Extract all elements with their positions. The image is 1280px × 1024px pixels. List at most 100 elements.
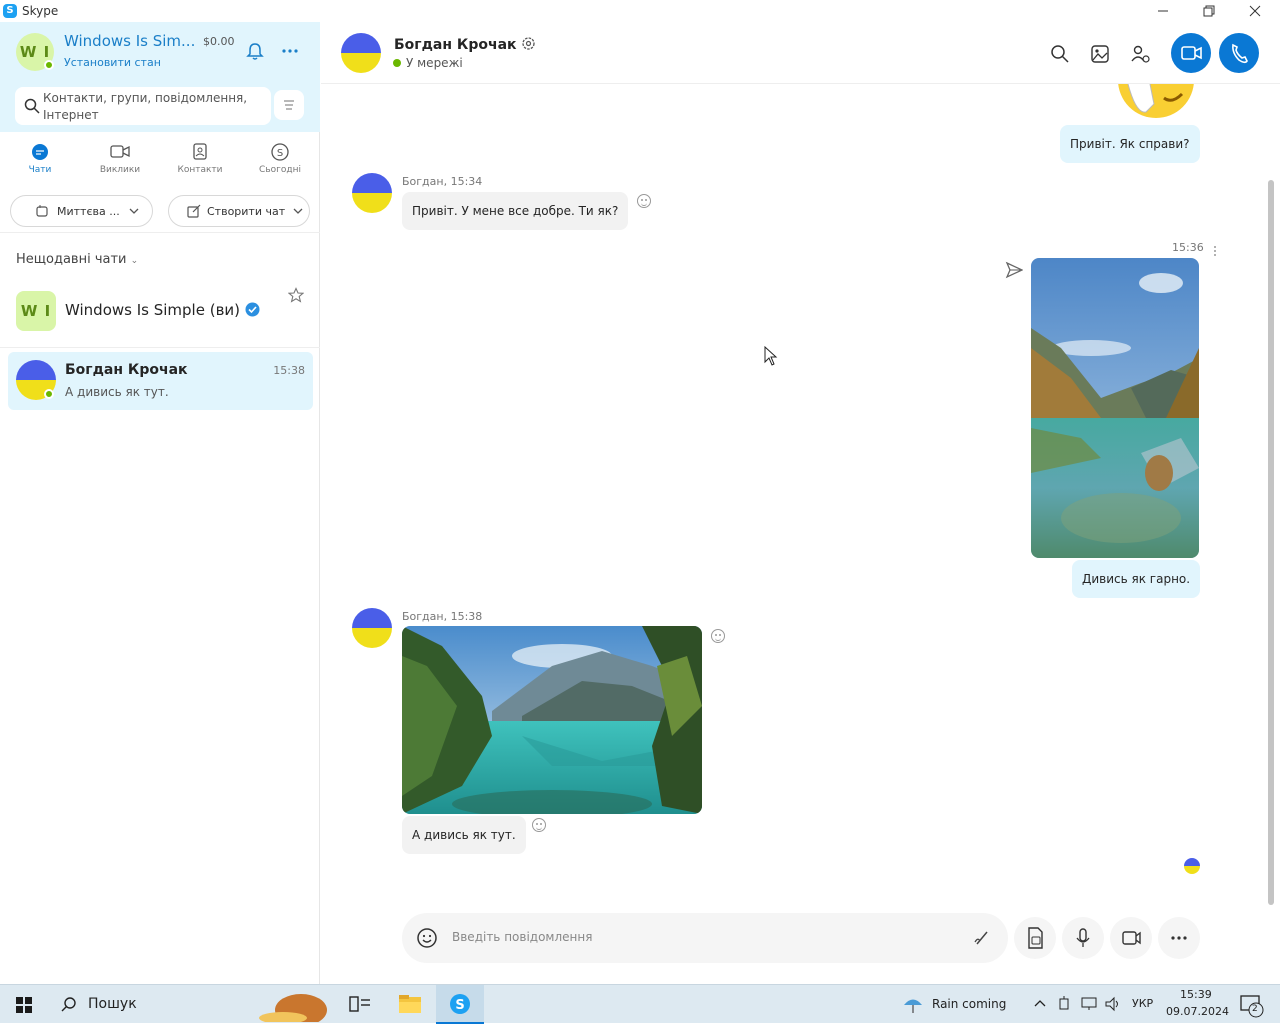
search-highlight-icon: [259, 994, 327, 1022]
forward-icon[interactable]: [1005, 261, 1023, 279]
taskbar-search[interactable]: Пошук: [48, 985, 338, 1024]
search-placeholder: Контакти, групи, повідомлення, Інтернет: [43, 91, 248, 122]
tab-chats[interactable]: Чати: [10, 142, 70, 182]
start-button[interactable]: [0, 985, 48, 1024]
notifications-bell-icon[interactable]: [245, 41, 265, 61]
gallery-icon[interactable]: [1088, 42, 1112, 66]
show-hidden-icons-icon[interactable]: [1034, 997, 1046, 1009]
minimize-button[interactable]: [1148, 2, 1178, 20]
filter-button[interactable]: [274, 90, 304, 120]
new-chat-button[interactable]: Створити чат: [168, 195, 310, 227]
contacts-icon: [193, 143, 207, 160]
divider: [0, 347, 320, 348]
outgoing-photo-lake[interactable]: [1031, 258, 1199, 558]
outgoing-photo-caption[interactable]: Дивись як гарно.: [1072, 560, 1201, 598]
message-input[interactable]: Введіть повідомлення: [402, 913, 1008, 963]
tab-calls[interactable]: Виклики: [90, 142, 150, 182]
message-meta: Богдан, 15:34: [402, 175, 483, 188]
contact-avatar[interactable]: [341, 33, 381, 73]
message-time: 15:36: [1172, 241, 1204, 254]
search-icon: [24, 98, 40, 114]
video-call-icon: [110, 145, 130, 158]
chevron-down-icon: [293, 208, 303, 214]
contact-name[interactable]: Богдан Крочак: [394, 36, 536, 53]
search-in-chat-icon[interactable]: [1048, 42, 1072, 66]
voice-message-button[interactable]: [1062, 917, 1104, 959]
chat-name: Windows Is Simple (ви): [65, 301, 260, 319]
close-window-button[interactable]: [1240, 2, 1270, 20]
chat-preview: А дивись як тут.: [65, 385, 169, 399]
emoji-sticker[interactable]: [1116, 84, 1196, 118]
video-message-button[interactable]: [1110, 917, 1152, 959]
message-meta: Богдан, 15:38: [402, 610, 483, 623]
weather-widget[interactable]: Rain coming: [900, 985, 1020, 1024]
svg-text:S: S: [455, 998, 464, 1013]
recent-chats-header[interactable]: Нещодавні чати ⌄: [16, 252, 138, 267]
message-options-icon[interactable]: [1212, 244, 1218, 258]
volume-icon[interactable]: [1104, 996, 1122, 1012]
more-options-icon[interactable]: [280, 41, 300, 61]
contact-status: У мережі: [406, 56, 463, 70]
attach-file-button[interactable]: [1014, 917, 1056, 959]
skype-taskbar-button[interactable]: S: [436, 985, 484, 1024]
online-status-dot: [393, 59, 401, 67]
incoming-photo-caption[interactable]: А дивись як тут.: [402, 816, 526, 854]
sidebar: W I Windows Is Sim... $0.00 Установити с…: [0, 22, 320, 984]
input-language[interactable]: УКР: [1132, 997, 1153, 1010]
divider: [0, 232, 320, 233]
gear-icon[interactable]: [521, 36, 536, 51]
window-title: Skype: [22, 4, 59, 18]
add-participant-icon[interactable]: [1128, 42, 1152, 66]
device-icon[interactable]: [1057, 996, 1071, 1012]
scrollbar[interactable]: [1268, 180, 1274, 905]
sender-avatar[interactable]: [352, 608, 392, 648]
notification-count: 2: [1252, 1004, 1258, 1014]
reaction-icon[interactable]: [532, 818, 546, 832]
tab-today[interactable]: S Сьогодні: [250, 142, 310, 182]
mouse-cursor-icon: [764, 346, 778, 366]
audio-call-button[interactable]: [1219, 33, 1259, 73]
skype-today-icon: S: [271, 143, 289, 161]
online-status-dot: [44, 60, 54, 70]
search-icon: [61, 997, 76, 1012]
reaction-icon[interactable]: [637, 194, 651, 208]
video-call-button[interactable]: [1171, 33, 1211, 73]
chat-time: 15:38: [273, 364, 305, 377]
conversation-header: Богдан Крочак У мережі: [321, 22, 1280, 84]
restore-button[interactable]: [1194, 2, 1224, 20]
chat-name: Богдан Крочак: [65, 362, 188, 378]
svg-text:S: S: [277, 148, 283, 159]
sidebar-header: W I Windows Is Sim... $0.00 Установити с…: [0, 22, 320, 132]
tab-contacts[interactable]: Контакти: [170, 142, 230, 182]
umbrella-icon: [904, 999, 922, 1013]
emoji-picker-icon[interactable]: [416, 927, 438, 949]
avatar: W I: [16, 291, 56, 331]
skype-logo-icon: S: [3, 4, 17, 18]
taskbar: Пошук S Rain coming УКР 15:39 09.07.2024…: [0, 984, 1280, 1024]
sender-avatar[interactable]: [352, 173, 392, 213]
read-receipt-avatar: [1184, 858, 1200, 874]
title-bar: S Skype: [0, 0, 1280, 22]
meet-now-icon: [36, 205, 48, 217]
more-actions-button[interactable]: [1158, 917, 1200, 959]
meet-now-button[interactable]: Миттєва ...: [10, 195, 153, 227]
chevron-down-icon: [129, 208, 139, 214]
incoming-message[interactable]: Привіт. У мене все добре. Ти як?: [402, 192, 629, 230]
network-icon[interactable]: [1080, 996, 1098, 1012]
set-status-link[interactable]: Установити стан: [64, 56, 161, 69]
chat-item-self[interactable]: W I Windows Is Simple (ви): [8, 282, 313, 340]
format-text-icon[interactable]: [972, 928, 992, 948]
search-input[interactable]: Контакти, групи, повідомлення, Інтернет: [15, 87, 271, 125]
task-view-button[interactable]: [338, 985, 382, 1024]
incoming-photo-lake[interactable]: [402, 626, 702, 814]
profile-name[interactable]: Windows Is Sim...: [64, 32, 194, 50]
notification-center-button[interactable]: 2: [1234, 985, 1274, 1024]
file-explorer-button[interactable]: [388, 985, 432, 1024]
clock[interactable]: 15:39 09.07.2024: [1160, 985, 1230, 1024]
reaction-icon[interactable]: [711, 629, 725, 643]
compose-icon: [187, 204, 201, 218]
chat-item-bohdan[interactable]: Богдан Крочак А дивись як тут. 15:38: [8, 352, 313, 410]
skype-credit-balance[interactable]: $0.00: [203, 35, 235, 48]
outgoing-message[interactable]: Привіт. Як справи?: [1060, 125, 1200, 163]
favorite-star-icon[interactable]: [288, 287, 304, 303]
